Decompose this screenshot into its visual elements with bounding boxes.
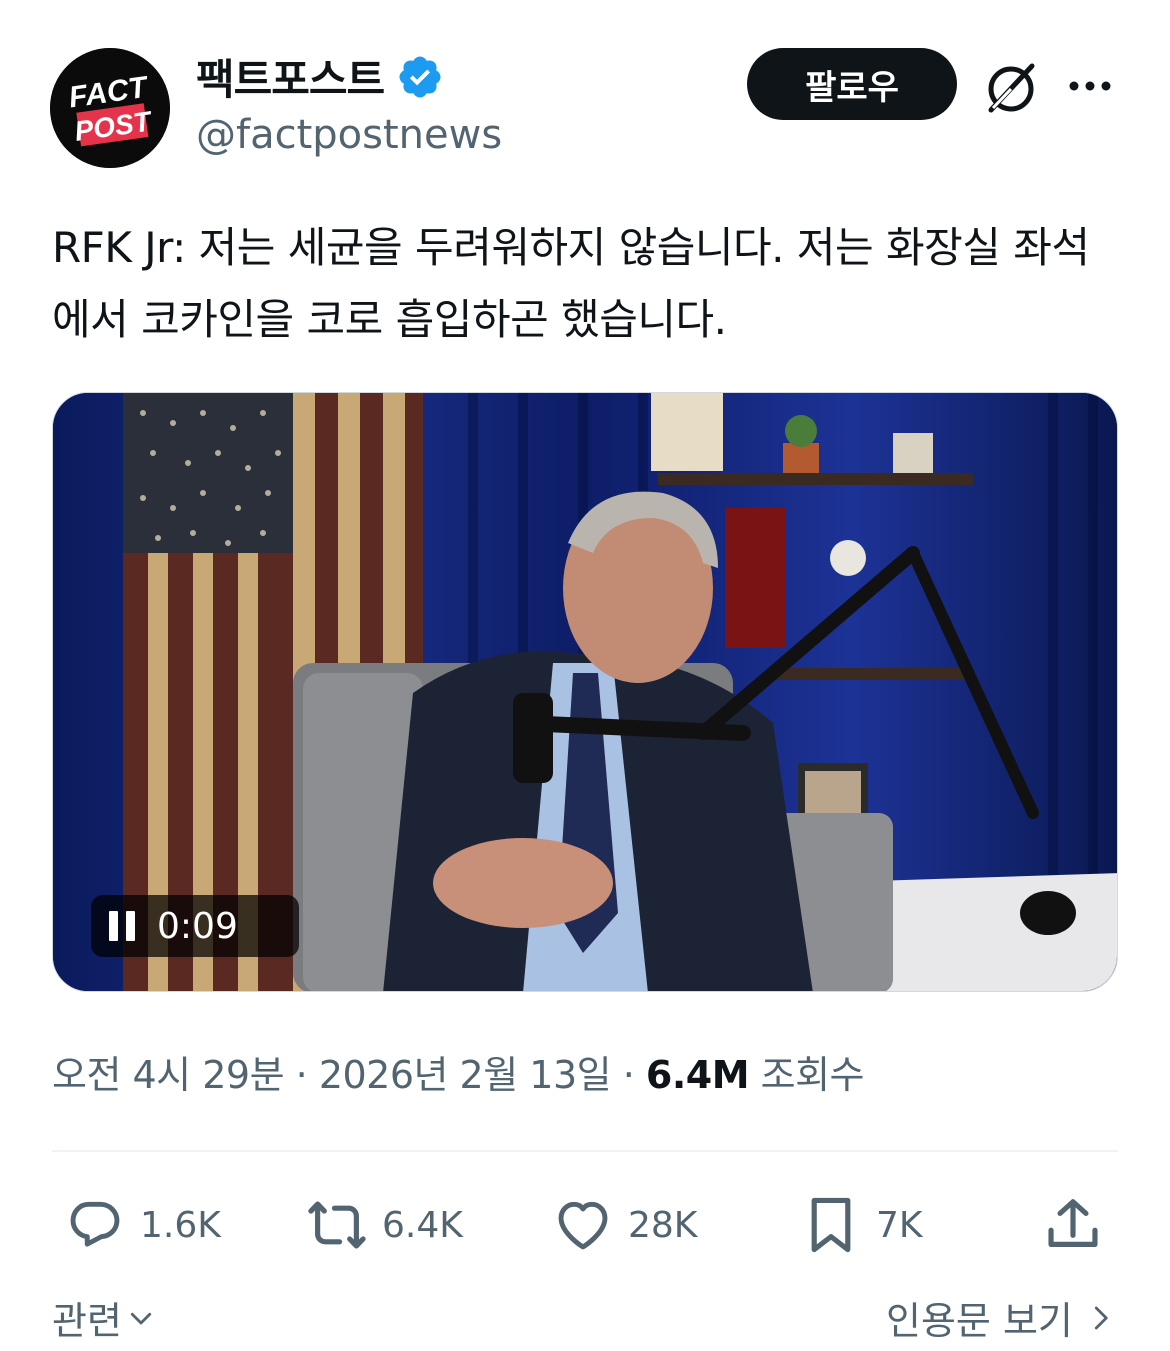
grok-icon[interactable] xyxy=(982,58,1040,116)
post-date[interactable]: 2026년 2월 13일 xyxy=(319,1053,612,1097)
heart-icon xyxy=(558,1201,608,1250)
meta-separator: · xyxy=(622,1053,635,1097)
reply-count: 1.6K xyxy=(140,1204,221,1246)
share-button[interactable] xyxy=(1042,1190,1104,1260)
follow-button[interactable]: 팔로우 xyxy=(747,48,957,120)
repost-count: 6.4K xyxy=(382,1204,463,1246)
reply-button[interactable]: 1.6K xyxy=(64,1190,221,1260)
views-count: 6.4M xyxy=(645,1053,750,1097)
action-bar: 1.6K 6.4K 28K 7K xyxy=(0,1190,1170,1260)
like-button[interactable]: 28K xyxy=(552,1190,697,1260)
display-name[interactable]: 팩트포스트 xyxy=(196,46,444,107)
share-icon xyxy=(1048,1199,1098,1247)
views-label: 조회수 xyxy=(760,1053,865,1097)
video-time-text: 0:09 xyxy=(157,905,238,947)
like-count: 28K xyxy=(628,1204,698,1246)
repost-button[interactable]: 6.4K xyxy=(306,1190,463,1260)
video-timestamp[interactable]: 0:09 xyxy=(91,895,299,957)
view-quotes-link[interactable]: 인용문 보기 xyxy=(886,1290,1115,1345)
post-text: RFK Jr: 저는 세균을 두려워하지 않습니다. 저는 화장실 좌석에서 코… xyxy=(52,223,1090,344)
reply-icon xyxy=(70,1201,120,1247)
post-time[interactable]: 오전 4시 29분 xyxy=(52,1053,285,1097)
repost-icon xyxy=(308,1201,366,1249)
bookmark-button[interactable]: 7K xyxy=(800,1190,923,1260)
bookmark-count: 7K xyxy=(876,1204,923,1246)
bookmark-icon xyxy=(811,1197,851,1253)
related-toggle[interactable]: 관련 xyxy=(52,1290,156,1345)
meta-separator: · xyxy=(295,1053,308,1097)
avatar[interactable]: FACT POST xyxy=(50,48,170,168)
chevron-down-icon xyxy=(130,1312,152,1324)
display-name-text: 팩트포스트 xyxy=(196,55,385,104)
related-label: 관련 xyxy=(52,1299,122,1343)
pause-icon[interactable] xyxy=(109,911,135,941)
divider xyxy=(52,1150,1118,1152)
more-options-icon[interactable] xyxy=(1066,62,1114,110)
post-meta: 오전 4시 29분 · 2026년 2월 13일 · 6.4M 조회수 xyxy=(52,1044,865,1099)
video-player[interactable]: 0:09 xyxy=(52,392,1118,992)
post-page: FACT POST 팩트포스트 @factpostnews 팔로우 RFK Jr… xyxy=(0,0,1170,1351)
chevron-right-icon xyxy=(1094,1306,1108,1329)
quotes-label: 인용문 보기 xyxy=(886,1299,1073,1343)
account-handle[interactable]: @factpostnews xyxy=(196,112,502,158)
verified-badge-icon xyxy=(399,56,441,97)
